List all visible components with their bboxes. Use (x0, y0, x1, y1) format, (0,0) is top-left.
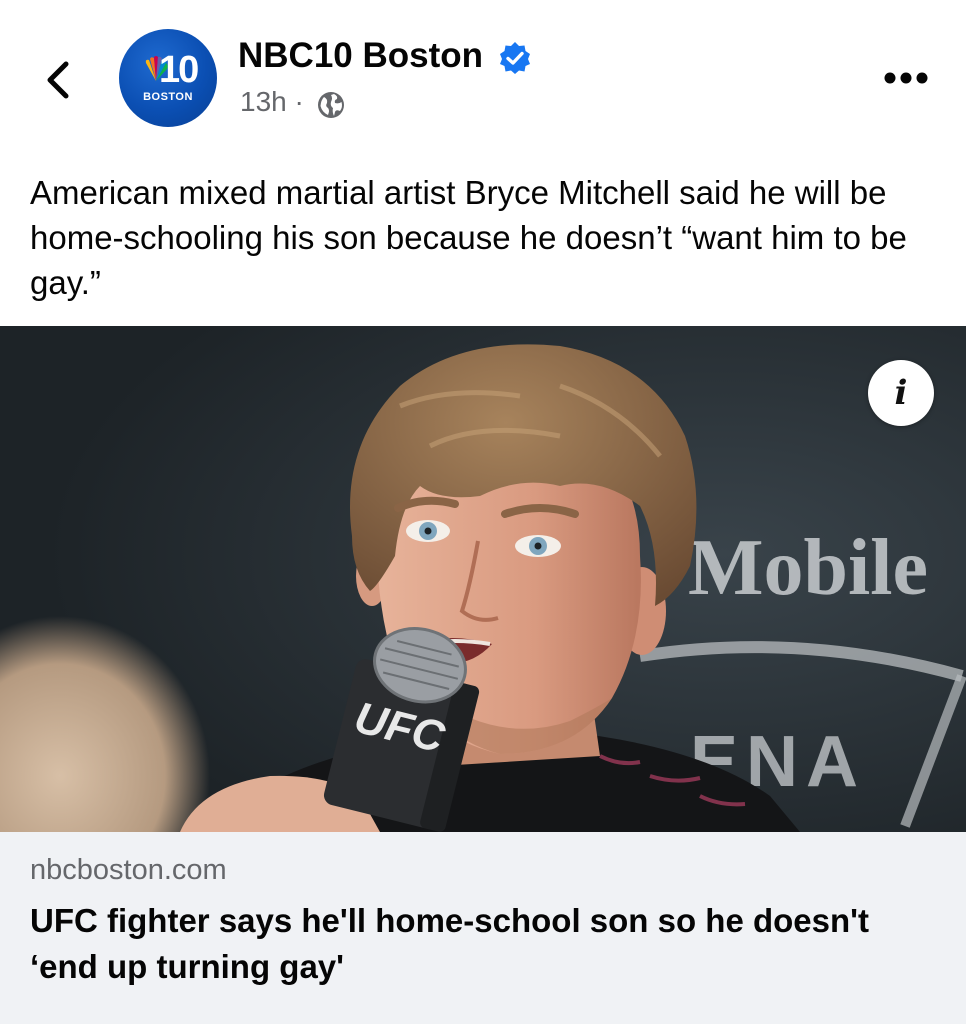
page-name[interactable]: NBC10 Boston (238, 36, 483, 76)
info-button[interactable]: i (868, 360, 934, 426)
post-timestamp[interactable]: 13h · (240, 86, 304, 118)
post-photo[interactable]: Mobile ENA UFC i (0, 326, 966, 832)
avatar-number: 10 (159, 49, 199, 91)
globe-icon (318, 92, 344, 118)
info-icon: i (894, 373, 908, 413)
verified-badge-icon (500, 42, 530, 74)
page-avatar[interactable]: 10 BOSTON (119, 29, 217, 127)
back-button[interactable] (36, 56, 84, 104)
press-conference-photo: Mobile ENA UFC (0, 326, 966, 832)
chevron-left-icon (47, 61, 69, 99)
post-header: 10 BOSTON NBC10 Boston 13h · (0, 0, 966, 160)
more-options-button[interactable] (880, 64, 932, 92)
more-horizontal-icon (884, 72, 928, 84)
avatar-city: BOSTON (143, 91, 193, 103)
link-domain: nbcboston.com (30, 854, 227, 886)
background-sign-text: Mobile (688, 524, 928, 612)
post-caption: American mixed martial artist Bryce Mitc… (30, 174, 907, 301)
link-preview-card[interactable]: nbcboston.com UFC fighter says he'll hom… (0, 832, 966, 1024)
link-headline: UFC fighter says he'll home-school son s… (30, 902, 869, 985)
